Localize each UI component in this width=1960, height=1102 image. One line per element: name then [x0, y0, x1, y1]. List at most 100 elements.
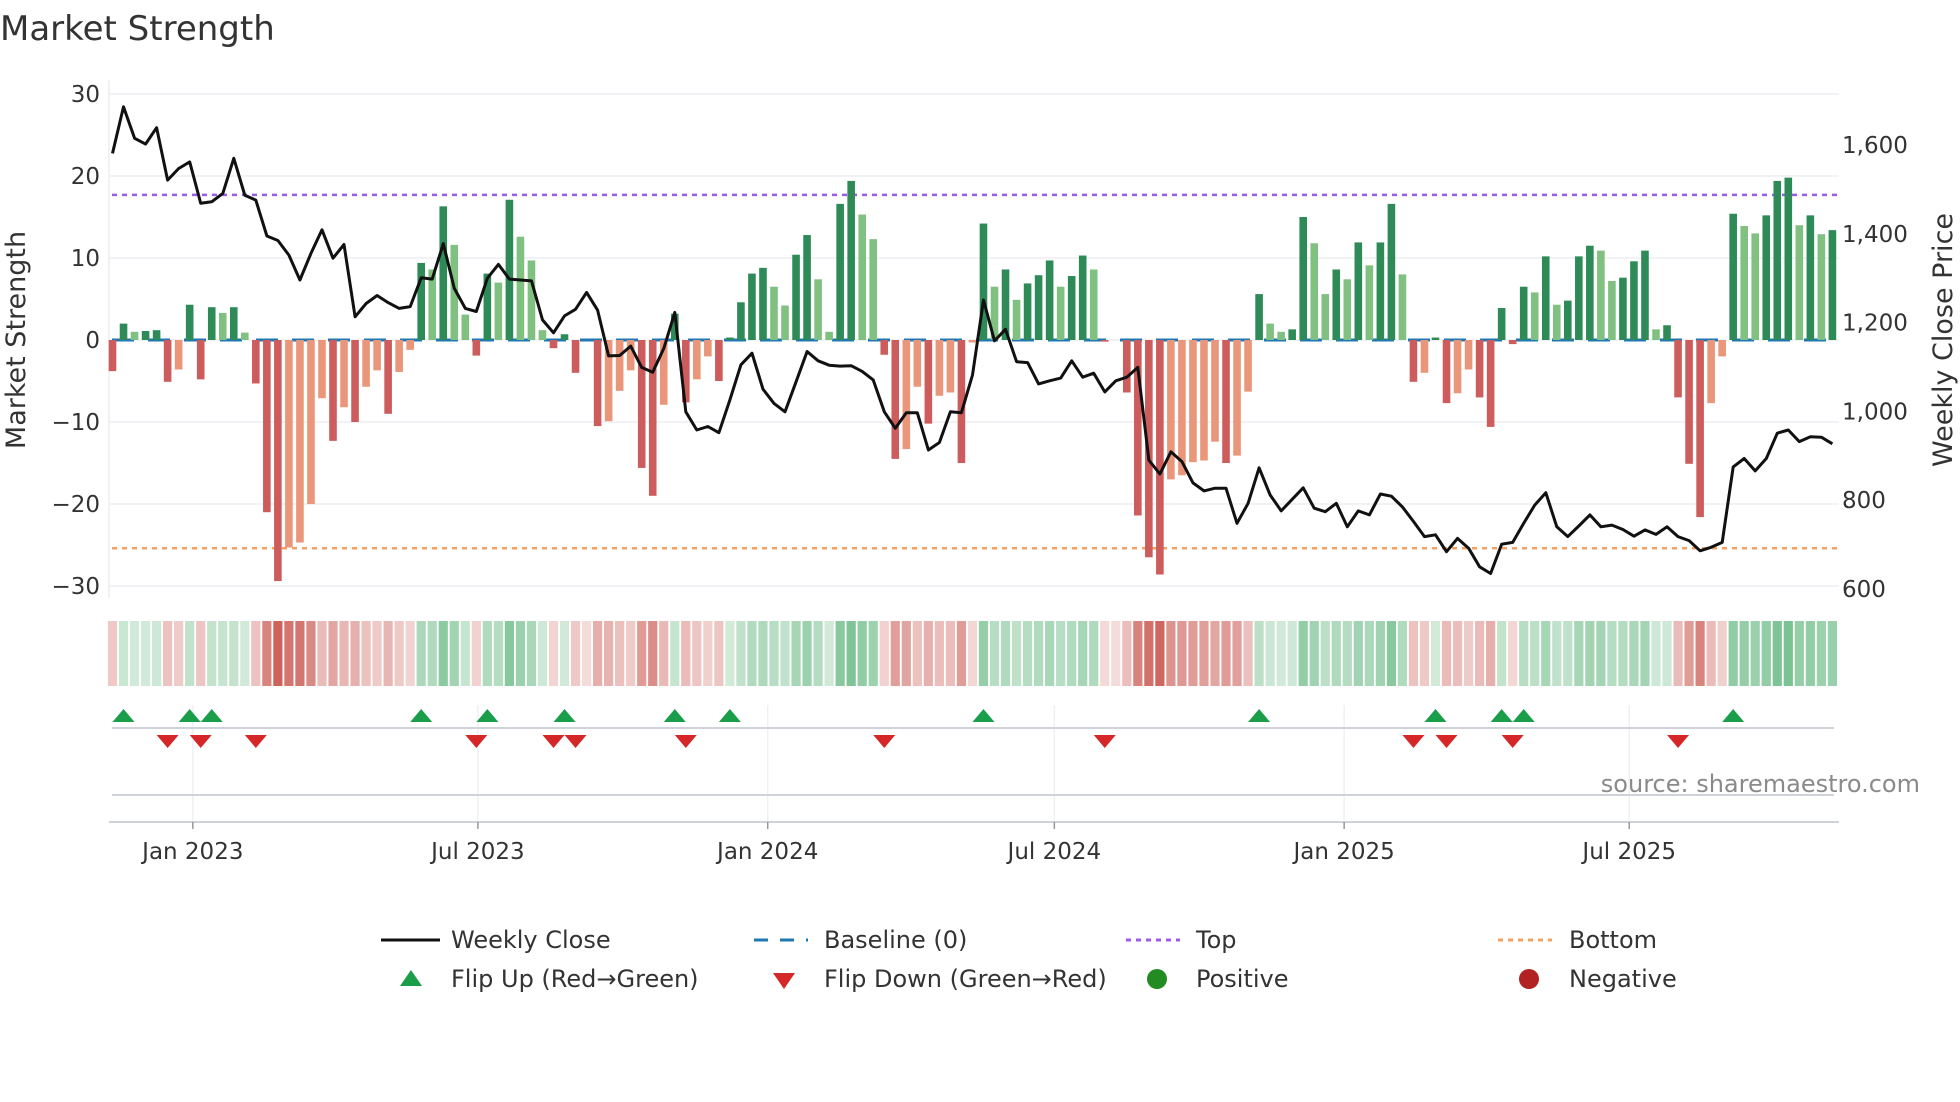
regime-cell: [1452, 621, 1463, 686]
strength-bar: [1608, 280, 1616, 340]
regime-cell: [1078, 621, 1088, 686]
regime-cell: [1629, 621, 1639, 686]
regime-cell: [152, 621, 162, 686]
strength-bar: [296, 340, 304, 543]
strength-bar: [571, 340, 580, 373]
strength-bar: [263, 340, 271, 513]
strength-bar: [318, 340, 326, 399]
flip-down-marker: [1402, 735, 1425, 748]
regime-cell: [350, 621, 360, 686]
regime-cell: [1144, 621, 1154, 686]
flip-up-marker: [178, 709, 201, 722]
strength-bar: [1663, 325, 1671, 340]
regime-cell: [1441, 621, 1452, 686]
y2-axis-title: Weekly Close Price: [1928, 213, 1959, 467]
strength-bar: [174, 340, 183, 370]
regime-cell: [1287, 621, 1297, 686]
strength-bar: [1508, 340, 1517, 345]
strength-bar: [384, 340, 392, 414]
strength-bar: [968, 340, 977, 343]
strength-bar: [814, 279, 822, 340]
strength-bar: [1806, 215, 1815, 340]
regime-cell: [1706, 621, 1716, 686]
regime-cell: [1243, 621, 1253, 686]
regime-cell: [1530, 621, 1540, 686]
regime-cell: [670, 621, 680, 686]
strength-bar: [1100, 340, 1109, 342]
regime-cell: [295, 621, 305, 686]
regime-cell: [824, 621, 834, 686]
legend-label: Flip Up (Red→Green): [451, 965, 699, 993]
regime-cell: [1011, 621, 1022, 686]
strength-bar: [792, 254, 800, 340]
regime-cell: [427, 621, 437, 686]
regime-cell: [868, 621, 878, 686]
strength-bar: [395, 340, 403, 372]
strength-bar: [252, 340, 260, 384]
right-axis-ticks: 1,600 1,400 1,200 1,000 800 600: [1842, 133, 1908, 603]
strength-bar: [781, 305, 789, 340]
regime-cell: [1067, 621, 1077, 686]
regime-cell: [637, 621, 647, 686]
regime-cell: [1111, 621, 1121, 686]
strength-bar: [593, 340, 602, 427]
regime-cell: [449, 621, 459, 686]
regime-cell: [1364, 621, 1374, 686]
regime-cell: [482, 621, 492, 686]
y-tick-label: −30: [51, 574, 100, 600]
y2-tick-label: 1,200: [1842, 311, 1908, 337]
regime-cell: [1552, 621, 1562, 686]
regime-cell: [493, 621, 503, 686]
flip-down-marker: [1435, 735, 1458, 748]
regime-cell: [174, 621, 184, 686]
regime-cell: [890, 621, 900, 686]
strength-bar: [759, 267, 767, 340]
regime-cell: [934, 621, 944, 686]
x-tick-label: Jan 2024: [715, 839, 818, 865]
strength-bar: [1696, 340, 1704, 518]
regime-cell: [1089, 621, 1099, 686]
legend-label: Bottom: [1569, 926, 1657, 954]
chart-title: Market Strength: [0, 9, 275, 49]
strength-bar: [229, 307, 238, 340]
strength-bar: [770, 286, 778, 340]
strength-bar: [1067, 276, 1076, 340]
regime-cell: [1375, 621, 1385, 686]
flip-up-marker: [663, 709, 686, 722]
strength-bar: [902, 340, 911, 450]
regime-cell: [1265, 621, 1275, 686]
legend-label: Top: [1195, 926, 1237, 954]
strength-bar: [1762, 215, 1771, 340]
strength-bar: [715, 340, 723, 381]
regime-cell: [1022, 621, 1033, 686]
strength-bar: [340, 340, 348, 408]
legend-item-weekly-close: Weekly Close: [381, 926, 611, 954]
legend-item-baseline: Baseline (0): [754, 926, 967, 954]
strength-bar: [626, 340, 635, 371]
regime-cell: [1155, 621, 1165, 686]
regime-cell: [703, 621, 713, 686]
flip-up-marker: [718, 709, 741, 722]
strength-bar: [163, 340, 172, 382]
regime-cell: [581, 621, 592, 686]
regime-cell: [185, 621, 195, 686]
strength-bar: [825, 331, 833, 340]
y2-tick-label: 1,600: [1842, 133, 1908, 159]
strength-bar: [141, 330, 150, 340]
regime-cell: [901, 621, 911, 686]
strength-bar: [307, 340, 315, 504]
strength-bar: [1365, 265, 1374, 340]
legend-label: Flip Down (Green→Red): [824, 965, 1107, 993]
strength-bar: [461, 314, 470, 340]
strength-bar: [891, 340, 900, 459]
regime-cell: [978, 621, 989, 686]
regime-cell: [1519, 621, 1529, 686]
triangle-up-icon: [400, 970, 422, 986]
regime-cell: [626, 621, 636, 686]
regime-cell: [769, 621, 779, 686]
strength-bar: [1475, 340, 1484, 398]
regime-cell: [1463, 621, 1474, 686]
strength-bar: [207, 307, 216, 340]
strength-bar: [946, 340, 955, 393]
flip-up-marker: [200, 709, 223, 722]
